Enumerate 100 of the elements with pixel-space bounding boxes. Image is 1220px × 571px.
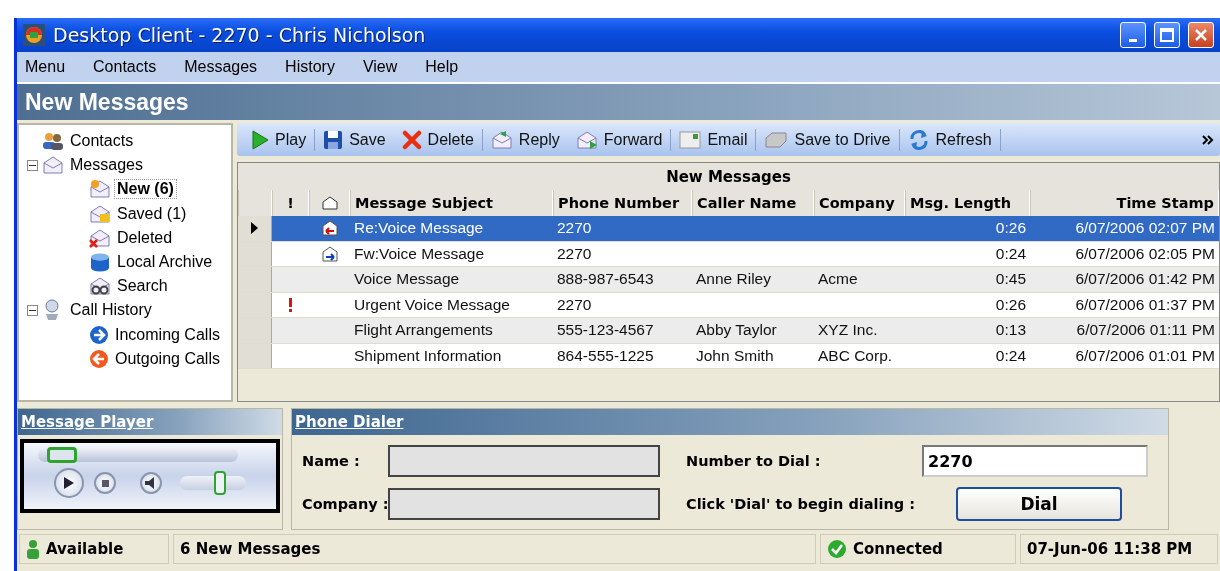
menu-item[interactable]: History	[281, 58, 349, 76]
volume-button[interactable]	[140, 472, 162, 494]
table-cell-text: 6/07/2006 02:05 PM	[1074, 243, 1216, 264]
minimize-icon	[1129, 38, 1137, 42]
table-cell-text: 555-123-4567	[556, 320, 655, 341]
locked-envelope-icon	[89, 203, 111, 224]
tree-item[interactable]: Saved (1)	[115, 204, 189, 223]
table-cell-text: Fw:Voice Message	[353, 243, 486, 264]
tree-item[interactable]: Messages	[68, 156, 145, 175]
table-cell-text: 0:24	[994, 345, 1027, 366]
tree-item[interactable]: Search	[115, 277, 170, 296]
table-cell-text: 0:26	[994, 294, 1027, 315]
forward-envelope-icon	[575, 129, 598, 150]
column-header[interactable]: Company	[814, 190, 905, 216]
minimize-button[interactable]	[1120, 22, 1146, 48]
toolbar-button[interactable]: Refresh	[899, 125, 1000, 154]
column-header[interactable]: Caller Name	[692, 190, 814, 216]
toolbar-button[interactable]: Save to Drive	[756, 125, 899, 154]
toolbar-button[interactable]: Delete	[393, 125, 482, 154]
maximize-button[interactable]	[1154, 22, 1180, 48]
table-cell-text: 6/07/2006 02:07 PM	[1074, 218, 1216, 239]
envelope-icon	[89, 276, 111, 297]
toolbar-button[interactable]: Save	[315, 125, 394, 154]
column-header[interactable]: !	[272, 190, 309, 216]
close-icon	[1194, 28, 1208, 42]
table-cell-text: XYZ Inc.	[817, 320, 879, 341]
toolbar-button[interactable]: Reply	[482, 125, 568, 154]
menu-item[interactable]: Messages	[180, 58, 272, 76]
refresh-icon	[907, 128, 930, 151]
table-cell-text: 864-555-1225	[556, 345, 655, 366]
tree-item[interactable]: New (6)	[115, 180, 176, 199]
table-cell-text: 0:24	[994, 243, 1027, 264]
column-header[interactable]: Time Stamp	[1030, 190, 1219, 216]
toolbar-button[interactable]: Email	[671, 125, 756, 154]
menu-item[interactable]: Help	[421, 58, 473, 76]
company-field[interactable]	[388, 488, 660, 520]
column-header[interactable]: Msg. Length	[905, 190, 1030, 216]
tree-item[interactable]: Outgoing Calls	[113, 349, 222, 368]
page-title: New Messages	[17, 84, 1220, 120]
table-cell-text: 2270	[556, 243, 593, 264]
collapse-toggle[interactable]	[27, 304, 38, 316]
person-icon	[26, 539, 40, 559]
table-cell-text: 0:13	[994, 320, 1027, 341]
table-cell-text: 6/07/2006 01:37 PM	[1074, 294, 1216, 315]
tree-item[interactable]: Local Archive	[115, 253, 215, 272]
field-label: Number to Dial :	[686, 453, 822, 469]
delete-icon	[401, 129, 422, 150]
menu-item[interactable]: Contacts	[89, 58, 171, 76]
message-row[interactable]: Fw:Voice Message 2270 0:24 6/07/2006 02:05 PM	[238, 241, 1219, 267]
close-button[interactable]	[1188, 22, 1214, 48]
column-header[interactable]: Message Subject	[350, 190, 553, 216]
archive-icon	[89, 252, 111, 273]
app-logo-icon	[23, 24, 45, 46]
reply-envelope-icon	[490, 129, 513, 150]
field-label: Name :	[302, 453, 361, 469]
tree-item[interactable]: Contacts	[68, 132, 136, 151]
table-cell-text: John Smith	[695, 345, 775, 366]
toolbar-button[interactable]: Forward	[567, 125, 671, 154]
table-cell-text: 6/07/2006 01:11 PM	[1075, 320, 1216, 341]
stop-button[interactable]	[94, 472, 116, 494]
message-row[interactable]: Voice Message 888-987-6543 Anne Riley Acme 0:45 6/07/2006 01:42 PM	[238, 267, 1219, 293]
dial-button[interactable]: Dial	[956, 487, 1122, 521]
table-cell-text: 2270	[556, 294, 593, 315]
status-datetime: 07-Jun-06 11:38 PM	[1020, 534, 1218, 564]
window-title: Desktop Client - 2270 - Chris Nicholson	[53, 24, 427, 46]
envelope-icon	[89, 227, 111, 248]
table-cell-text: Urgent Voice Message	[353, 294, 511, 315]
volume-thumb[interactable]	[213, 471, 226, 495]
more-icon[interactable]	[1202, 134, 1214, 145]
collapse-toggle[interactable]	[27, 159, 38, 171]
play-icon	[64, 477, 74, 489]
menu-item[interactable]: View	[358, 58, 412, 76]
email-icon	[679, 130, 702, 149]
menu-item[interactable]: Menu	[21, 58, 80, 76]
tree-item[interactable]: Call History	[68, 301, 154, 320]
tree-item[interactable]: Deleted	[115, 228, 175, 247]
message-row[interactable]: Flight Arrangements 555-123-4567 Abby Taylor XYZ Inc. 0:13 6/07/2006 01:11 PM	[238, 318, 1219, 344]
column-header[interactable]: Phone Number	[553, 190, 692, 216]
message-row[interactable]: Shipment Information 864-555-1225 John Smith ABC Corp. 0:24 6/07/2006 01:01 PM	[238, 343, 1219, 369]
message-row[interactable]: Urgent Voice Message 2270 0:26 6/07/2006 01:37 PM	[238, 292, 1219, 318]
table-cell-text: Shipment Information	[353, 345, 503, 366]
table-cell-text: 888-987-6543	[556, 269, 655, 290]
play-icon	[251, 129, 269, 150]
message-row[interactable]: Re:Voice Message 2270 0:26 6/07/2006 02:07 PM	[238, 216, 1219, 242]
play-button[interactable]	[54, 468, 84, 498]
check-icon	[827, 539, 847, 559]
toolbar-button[interactable]: Play	[243, 125, 315, 154]
progress-thumb[interactable]	[46, 447, 77, 463]
tree-item[interactable]: Incoming Calls	[113, 325, 222, 344]
panel-title-link[interactable]: Phone Dialer	[295, 413, 404, 431]
table-cell-text: ABC Corp.	[817, 345, 894, 366]
maximize-icon	[1160, 28, 1174, 42]
number-field[interactable]: 2270	[922, 445, 1148, 477]
drive-icon	[764, 131, 789, 148]
envelope-icon	[42, 155, 64, 176]
name-field[interactable]	[388, 445, 660, 477]
table-cell-text: Abby Taylor	[695, 320, 778, 341]
connection-status: Connected	[853, 540, 943, 558]
envelope-column-icon	[321, 196, 338, 210]
dial-hint: Click 'Dial' to begin dialing :	[686, 496, 917, 512]
